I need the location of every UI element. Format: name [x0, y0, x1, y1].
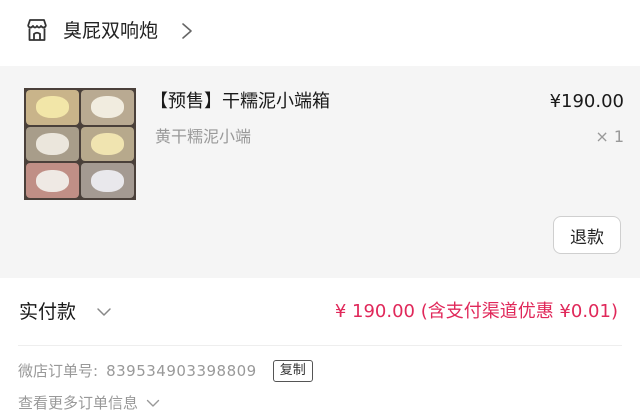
product-photo-tile	[81, 126, 134, 162]
chevron-down-icon[interactable]	[96, 307, 112, 317]
product-photo-tile	[26, 163, 79, 198]
product-thumbnail[interactable]	[24, 88, 136, 200]
product-photo-tile	[26, 90, 79, 125]
paid-amount: ¥ 190.00 (含支付渠道优惠 ¥0.01)	[334, 301, 618, 322]
payment-row[interactable]: 实付款 ¥ 190.00 (含支付渠道优惠 ¥0.01)	[0, 280, 640, 344]
shop-name[interactable]: 臭屁双响炮	[63, 17, 158, 45]
order-number-row: 微店订单号: 839534903398809 复制	[18, 358, 313, 384]
chevron-down-icon	[146, 399, 160, 407]
order-number-value: 839534903398809	[106, 362, 257, 380]
order-number-label: 微店订单号:	[18, 362, 99, 380]
chevron-right-icon	[182, 23, 192, 39]
more-order-info-label: 查看更多订单信息	[18, 394, 139, 412]
copy-button[interactable]: 复制	[272, 360, 313, 382]
product-photo-tile	[26, 126, 79, 162]
order-item-card[interactable]: 【预售】干糯泥小端箱 ¥190.00 黄干糯泥小端 × 1 退款	[0, 66, 640, 278]
product-spec: 黄干糯泥小端	[155, 127, 252, 146]
divider	[18, 345, 622, 346]
paid-label: 实付款	[19, 301, 77, 323]
storefront-icon	[27, 19, 47, 41]
more-order-info-toggle[interactable]: 查看更多订单信息	[18, 390, 160, 416]
shop-header[interactable]: 臭屁双响炮	[0, 0, 640, 64]
product-photo-tile	[81, 90, 134, 125]
product-quantity: × 1	[595, 127, 624, 146]
product-photo-tile	[81, 163, 134, 198]
product-price: ¥190.00	[549, 91, 624, 112]
product-title[interactable]: 【预售】干糯泥小端箱	[150, 88, 330, 116]
refund-button[interactable]: 退款	[553, 216, 621, 254]
